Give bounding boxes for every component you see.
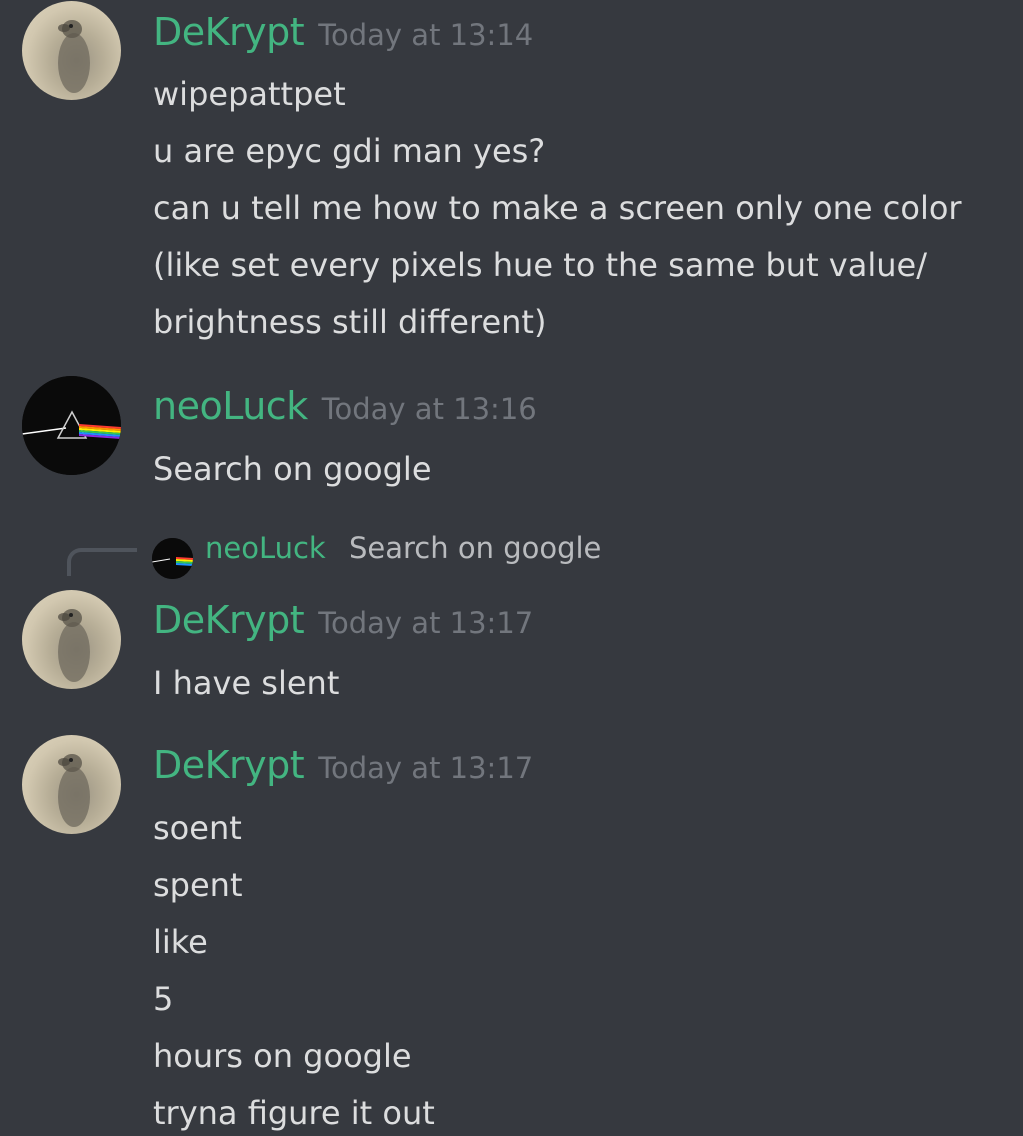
avatar[interactable] [22,1,121,100]
message-line: I have slent [153,664,340,702]
message-line: can u tell me how to make a screen only … [153,189,962,227]
message-line: tryna figure it out [153,1094,435,1132]
username[interactable]: DeKrypt [153,598,305,642]
message-line: wipepattpet [153,75,346,113]
meerkat-avatar-image [58,609,90,682]
reply-connector [67,548,137,576]
avatar[interactable] [22,735,121,834]
avatar[interactable] [22,376,121,475]
message-line: like [153,923,208,961]
timestamp: Today at 13:17 [318,606,534,640]
message-line: spent [153,866,243,904]
message-content: soent spent like 5 hours on google tryna… [153,800,435,1136]
timestamp: Today at 13:17 [318,751,534,785]
timestamp: Today at 13:16 [321,392,537,426]
message-line: hours on google [153,1037,412,1075]
timestamp: Today at 13:14 [318,18,534,52]
message-line: 5 [153,980,174,1018]
reply-avatar[interactable] [152,538,193,579]
prism-avatar-image [22,376,121,475]
reply-username[interactable]: neoLuck [205,531,326,565]
meerkat-avatar-image [58,20,90,93]
reply-content[interactable]: Search on google [349,531,601,565]
username[interactable]: neoLuck [153,384,308,428]
avatar[interactable] [22,590,121,689]
username[interactable]: DeKrypt [153,743,305,787]
message-line: brightness still different) [153,303,547,341]
prism-avatar-image [152,538,193,579]
message-content: I have slent [153,655,339,712]
message-line: u are epyc gdi man yes? [153,132,546,170]
username[interactable]: DeKrypt [153,10,305,54]
message-content: Search on google [153,441,432,498]
message-content: wipepattpet u are epyc gdi man yes? can … [153,66,962,351]
message-line: Search on google [153,450,432,488]
message-line: soent [153,809,242,847]
meerkat-avatar-image [58,754,90,827]
message-line: (like set every pixels hue to the same b… [153,246,927,284]
